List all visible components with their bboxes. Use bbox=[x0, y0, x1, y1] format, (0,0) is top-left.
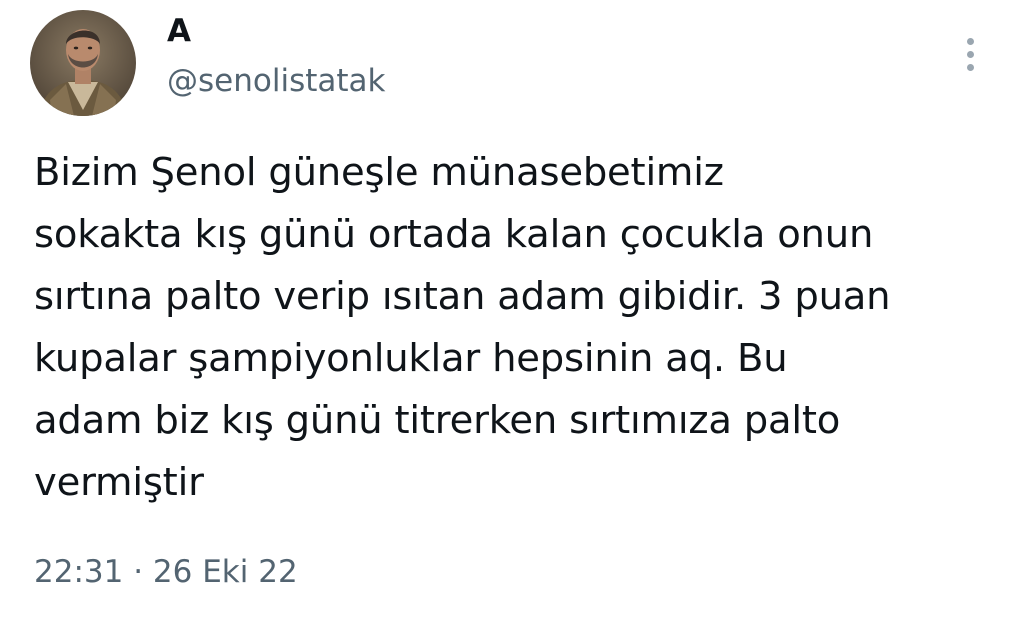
tweet-timestamp[interactable]: 22:31 · 26 Eki 22 bbox=[34, 552, 298, 592]
tweet-date: 26 Eki 22 bbox=[152, 554, 298, 590]
avatar-photo-icon bbox=[30, 10, 136, 116]
author-display-name[interactable]: A bbox=[167, 16, 191, 47]
more-options-icon[interactable] bbox=[958, 34, 984, 74]
tweet-card: A @senolistatak Bizim Şenol güneşle müna… bbox=[0, 0, 1024, 620]
tweet-text: Bizim Şenol güneşle münasebetimiz sokakt… bbox=[34, 150, 891, 505]
avatar[interactable] bbox=[30, 10, 136, 116]
tweet-time: 22:31 bbox=[34, 554, 124, 590]
author-handle[interactable]: @senolistatak bbox=[167, 66, 385, 97]
timestamp-separator: · bbox=[133, 554, 144, 590]
